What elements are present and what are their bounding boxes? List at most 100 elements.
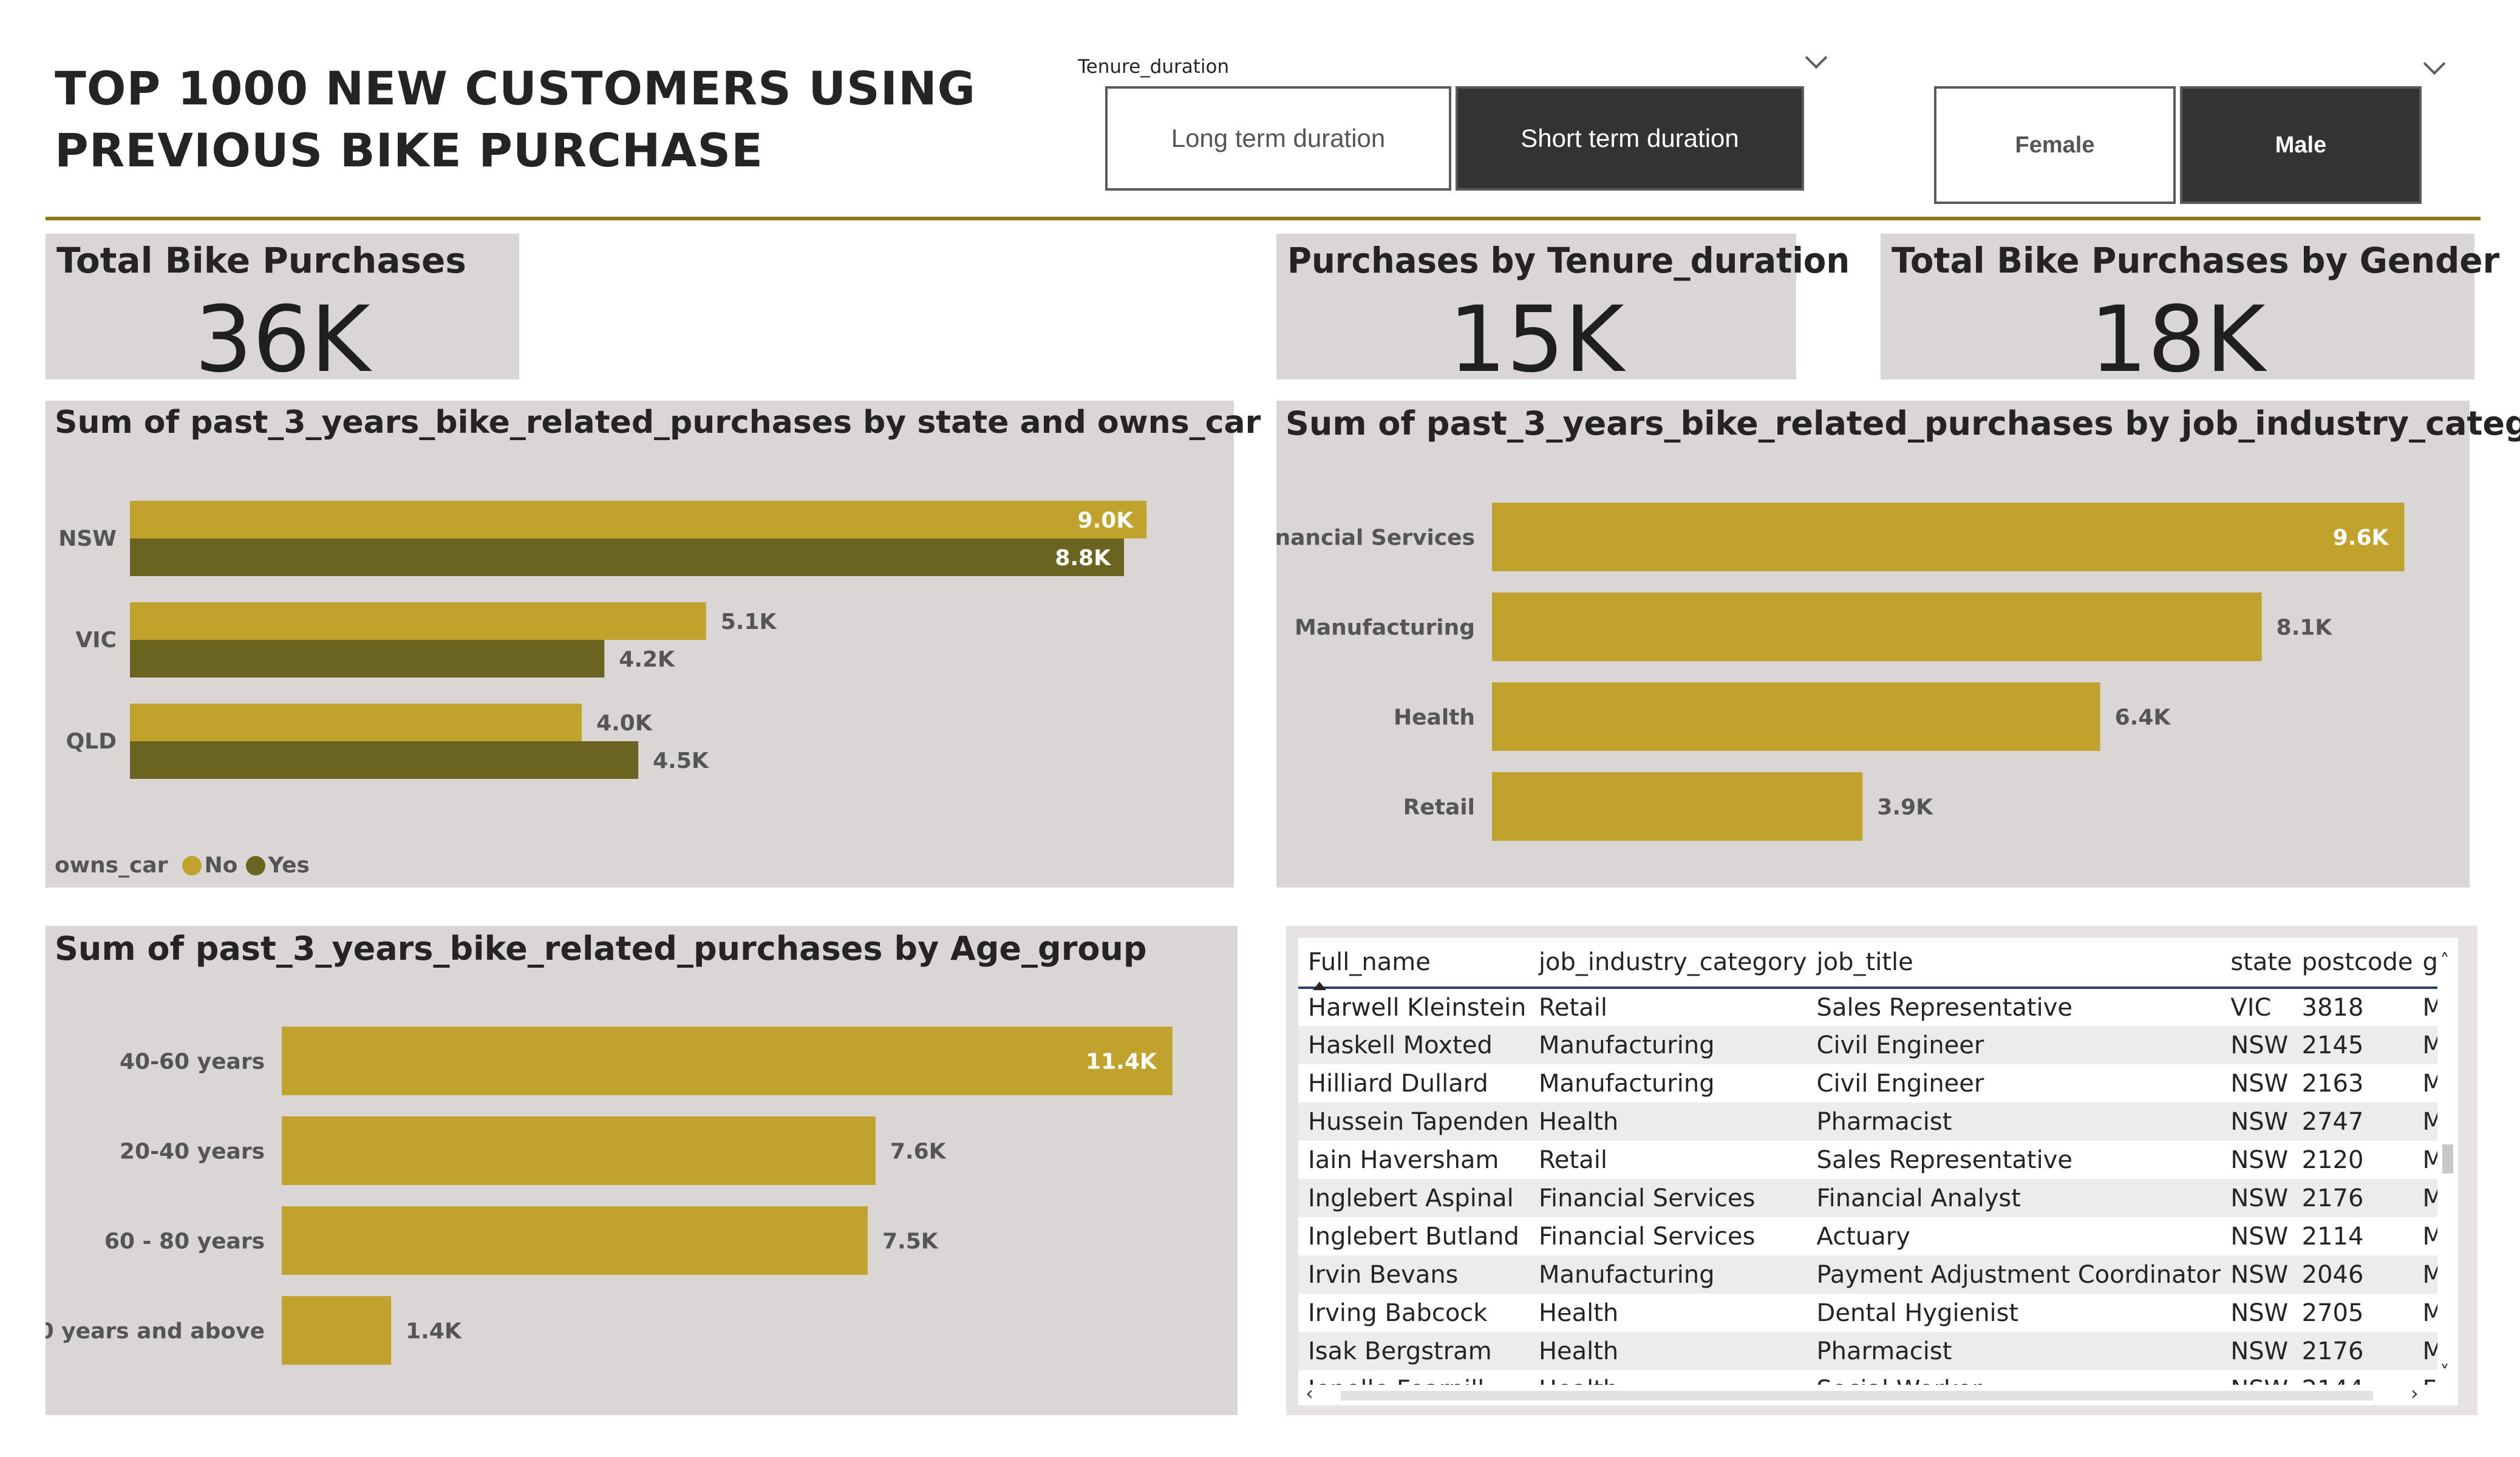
bar-qld-yes (130, 741, 639, 779)
chart-state-owns-car: Sum of past_3_years_bike_related_purchas… (46, 401, 1261, 888)
card-title: Total Bike Purchases (56, 240, 466, 281)
gender-option-female[interactable]: Female (1934, 86, 2176, 204)
data-label-financial-services: 9.6K (2333, 526, 2389, 551)
horizontal-scroll-thumb[interactable] (1341, 1391, 2373, 1401)
tenure-option-short-term[interactable]: Short term duration (1456, 86, 1804, 191)
table-row[interactable]: Hilliard Dullard Manufacturing Civil Engin… (1298, 1064, 2458, 1102)
bar-20-40-years (282, 1116, 876, 1185)
table-cell-job-industry-category: Manufacturing (1528, 1255, 1807, 1294)
table-cell-job-industry-category: Manufacturing (1528, 1026, 1807, 1064)
legend-label-yes: Yes (268, 853, 310, 878)
table-header-row: Full_name job_industry_category job_title s… (1298, 938, 2458, 989)
table-cell-postcode: 2176 (2292, 1179, 2413, 1217)
bar-vic-yes (130, 640, 605, 678)
category-label-60-80-years: 60 - 80 years (104, 1229, 265, 1254)
data-label-health: 6.4K (2115, 705, 2171, 730)
gender-slicer-chevron-down-icon[interactable] (2423, 52, 2446, 75)
table-cell-full-name: Irvin Bevans (1298, 1255, 1529, 1294)
table-cell-job-industry-category: Manufacturing (1538, 1069, 1715, 1098)
page-title-line-1: TOP 1000 NEW CUSTOMERS USING (55, 61, 976, 115)
scroll-left-icon[interactable]: ‹ (1306, 1384, 1313, 1403)
card-value: 15K (1448, 294, 1624, 379)
table-cell-job-title: Civil Engineer (1816, 1069, 1984, 1098)
table-cell-full-name: Iain Haversham (1308, 1146, 1499, 1174)
table-horizontal-scrollbar[interactable]: ‹ › (1298, 1384, 2458, 1405)
column-header-full-name[interactable]: Full_name (1298, 938, 1529, 989)
header-divider (46, 217, 2481, 220)
column-header-postcode[interactable]: postcode (2292, 938, 2413, 989)
table-row[interactable]: Hussein TapendenHealthPharmacistNSW2747M… (1298, 1102, 2458, 1141)
table-row[interactable]: Isak BergstramHealthPharmacistNSW2176Mal… (1298, 1332, 2458, 1370)
table-cell-postcode: 2120 (2301, 1146, 2364, 1174)
legend-swatch-no (182, 855, 202, 875)
scroll-down-icon[interactable]: ˅ (2440, 1363, 2450, 1382)
bar-manufacturing (1492, 593, 2262, 661)
bar-40-60-years (282, 1027, 1173, 1095)
table-cell-full-name: Haskell Moxted (1298, 1026, 1529, 1064)
table-cell-job-title: Actuary (1816, 1222, 1910, 1251)
bar-nsw-no (130, 501, 1147, 538)
table-cell-job-title: Financial Analyst (1807, 1179, 2221, 1217)
scroll-up-icon[interactable]: ˄ (2440, 951, 2450, 971)
table-cell-postcode: 2114 (2301, 1222, 2364, 1251)
card-total-bike-purchases: Total Bike Purchases 36K (46, 234, 519, 379)
category-label-80-years-and-above: 80 years and above (46, 1319, 265, 1344)
table-row[interactable]: Inglebert Aspinal Financial Services Finan… (1298, 1179, 2458, 1217)
column-header-job-industry-category[interactable]: job_industry_category (1528, 938, 1807, 989)
data-label-80-years-and-above: 1.4K (406, 1319, 462, 1344)
customer-table[interactable]: Full_name job_industry_category job_title s… (1298, 938, 2458, 1405)
table-row[interactable]: Inglebert Butland Financial Services Actua… (1298, 1217, 2458, 1255)
vertical-scroll-thumb[interactable] (2442, 1144, 2453, 1173)
category-label-financial-services: Financial Services (1276, 526, 1475, 551)
table-cell-job-industry-category: Retail (1538, 993, 1607, 1022)
column-header-state[interactable]: state (2221, 938, 2292, 989)
category-label-manufacturing: Manufacturing (1295, 616, 1475, 640)
category-label-20-40-years: 20-40 years (120, 1139, 265, 1164)
bar-80-years-and-above (282, 1296, 392, 1365)
scroll-right-icon[interactable]: › (2411, 1384, 2419, 1403)
bar-nsw-yes (130, 538, 1124, 576)
gender-option-male[interactable]: Male (2180, 86, 2422, 204)
table-cell-full-name: Hilliard Dullard (1308, 1069, 1488, 1098)
table-row[interactable]: Iain Haversham Retail Sales Representative… (1298, 1141, 2458, 1179)
card-purchases-by-tenure: Purchases by Tenure_duration 15K (1276, 234, 1850, 379)
table-vertical-scrollbar[interactable]: ˄ ˅ (2437, 938, 2458, 1405)
page-title: TOP 1000 NEW CUSTOMERS USING PREVIOUS BI… (55, 58, 976, 182)
chart-age-group-plot: 40-60 years 11.4K 20-40 years 7.6K 60 - 80 y… (46, 1027, 1173, 1365)
table-cell-full-name: Isak Bergstram (1298, 1332, 1529, 1370)
card-purchases-by-gender: Total Bike Purchases by Gender 18K (1881, 234, 2499, 379)
column-header-job-title[interactable]: job_title (1807, 938, 2221, 989)
table-row[interactable]: Harwell Kleinstein Retail Sales Representa… (1298, 988, 2458, 1026)
tenure-slicer-label: Tenure_duration (1078, 56, 1230, 78)
table-cell-full-name: Hussein Tapenden (1298, 1102, 1529, 1141)
table-cell-job-industry-category: Financial Services (1538, 1222, 1755, 1251)
table-cell-job-industry-category: Health (1528, 1102, 1807, 1141)
table-cell-postcode: 2145 (2292, 1026, 2413, 1064)
customer-table-grid: Full_name job_industry_category job_title s… (1298, 938, 2458, 1405)
tenure-option-long-term[interactable]: Long term duration (1105, 86, 1451, 191)
table-cell-state: NSW (2221, 1332, 2292, 1370)
table-cell-state: NSW (2221, 1179, 2292, 1217)
table-cell-job-title: Pharmacist (1807, 1102, 2221, 1141)
tenure-slicer-chevron-down-icon[interactable] (1805, 46, 1828, 69)
table-row[interactable]: Haskell Moxted Manufacturing Civil Enginee… (1298, 1026, 2458, 1064)
table-cell-postcode: 3818 (2301, 993, 2364, 1022)
table-cell-postcode: 2176 (2292, 1332, 2413, 1370)
table-cell-state: NSW (2230, 1069, 2289, 1098)
sort-ascending-icon[interactable] (1313, 982, 1326, 990)
customer-table-panel: Full_name job_industry_category job_title s… (1286, 926, 2477, 1415)
bar-vic-no (130, 602, 706, 640)
chart-job-industry: Sum of past_3_years_bike_related_purchas… (1276, 401, 2520, 888)
data-label-nsw-yes: 8.8K (1055, 546, 1111, 571)
category-label-health: Health (1394, 705, 1475, 730)
table-row[interactable]: Irving Babcock Health Dental Hygienist NSW 2… (1298, 1294, 2458, 1332)
chart-state-owns-car-plot: NSW 9.0K 8.8K VIC 5.1K 4.2K QLD 4.0K4.5K (58, 501, 1147, 779)
category-label-retail: Retail (1403, 795, 1475, 820)
data-label-60-80-years: 7.5K (882, 1229, 939, 1254)
table-cell-postcode: 2705 (2301, 1299, 2364, 1327)
card-title: Purchases by Tenure_duration (1287, 240, 1850, 281)
category-label-qld: QLD (66, 729, 117, 754)
table-row[interactable]: Irvin Bevans Manufacturing Payment Adjustm… (1298, 1255, 2458, 1294)
chart-legend: owns_car No Yes (55, 853, 310, 878)
table-cell-full-name: Inglebert Aspinal (1298, 1179, 1529, 1217)
